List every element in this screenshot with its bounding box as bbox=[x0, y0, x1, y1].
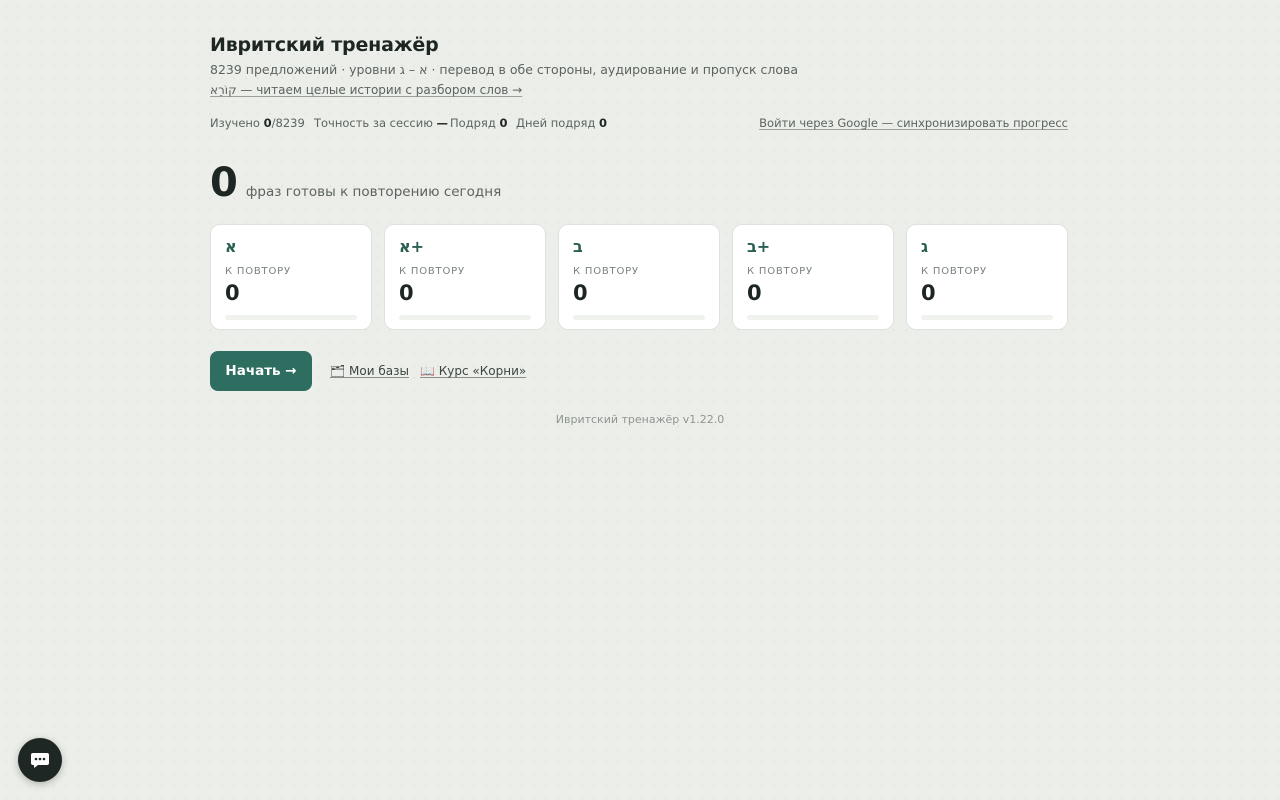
level-card-title: א bbox=[225, 237, 237, 256]
level-progress-bar bbox=[573, 315, 705, 320]
stat-studied-value: 0 bbox=[263, 116, 272, 130]
my-bases-link[interactable]: 🗂 Мои базы bbox=[330, 364, 409, 378]
level-card-title: ב+ bbox=[747, 237, 771, 256]
level-card-count: 0 bbox=[921, 281, 936, 305]
stat-accuracy: Точность за сессию — bbox=[314, 116, 448, 130]
chat-bubble-icon bbox=[31, 753, 49, 768]
level-progress-bar bbox=[921, 315, 1053, 320]
level-card[interactable]: א+ К ПОВТОРУ 0 bbox=[384, 224, 546, 330]
footer-version: Ивритский тренажёр v1.22.0 bbox=[555, 413, 725, 426]
page-subtitle: 8239 предложений · уровни א – ג · перево… bbox=[210, 62, 799, 77]
level-card-count: 0 bbox=[225, 281, 240, 305]
page-title: Ивритский тренажёр bbox=[210, 34, 439, 56]
stat-accuracy-value: — bbox=[436, 116, 449, 130]
level-card-count: 0 bbox=[399, 281, 414, 305]
start-button[interactable]: Начать → bbox=[210, 351, 312, 391]
level-card[interactable]: ב К ПОВТОРУ 0 bbox=[558, 224, 720, 330]
level-progress-bar bbox=[747, 315, 879, 320]
actions-row: Начать → 🗂 Мои базы 📖 Курс «Корни» bbox=[210, 351, 1070, 391]
stat-streak-label: Подряд bbox=[450, 116, 496, 130]
stat-streak: Подряд 0 bbox=[450, 116, 507, 130]
stat-streak-value: 0 bbox=[499, 116, 508, 130]
due-count: 0 bbox=[210, 160, 238, 206]
level-card-title: ב bbox=[573, 237, 583, 256]
due-label: фраз готовы к повторению сегодня bbox=[245, 184, 502, 200]
level-cards: א К ПОВТОРУ 0 א+ К ПОВТОРУ 0 ב К ПОВТОРУ… bbox=[210, 224, 1070, 332]
level-card-count: 0 bbox=[573, 281, 588, 305]
level-card[interactable]: ב+ К ПОВТОРУ 0 bbox=[732, 224, 894, 330]
level-card-title: ג bbox=[921, 237, 929, 256]
kora-stories-link[interactable]: קוֹרֵא — читаем целые истории с разбором… bbox=[210, 83, 522, 97]
roots-course-link[interactable]: 📖 Курс «Корни» bbox=[420, 364, 526, 378]
stat-studied-label: Изучено bbox=[210, 116, 260, 130]
stat-days-value: 0 bbox=[599, 116, 608, 130]
stat-accuracy-label: Точность за сессию bbox=[314, 116, 433, 130]
google-login-link[interactable]: Войти через Google — синхронизировать пр… bbox=[759, 116, 1068, 130]
stat-studied-total: /8239 bbox=[271, 116, 305, 130]
chat-button[interactable] bbox=[18, 738, 62, 782]
level-card-label: К ПОВТОРУ bbox=[921, 266, 987, 277]
level-card[interactable]: ג К ПОВТОРУ 0 bbox=[906, 224, 1068, 330]
level-card-count: 0 bbox=[747, 281, 762, 305]
level-card-label: К ПОВТОРУ bbox=[573, 266, 639, 277]
level-card-label: К ПОВТОРУ bbox=[225, 266, 291, 277]
level-progress-bar bbox=[225, 315, 357, 320]
level-card-title: א+ bbox=[399, 237, 425, 256]
level-card-label: К ПОВТОРУ bbox=[747, 266, 813, 277]
level-card[interactable]: א К ПОВТОРУ 0 bbox=[210, 224, 372, 330]
level-progress-bar bbox=[399, 315, 531, 320]
due-summary: 0 фраз готовы к повторению сегодня bbox=[210, 160, 501, 206]
stat-days-label: Дней подряд bbox=[516, 116, 596, 130]
level-card-label: К ПОВТОРУ bbox=[399, 266, 465, 277]
stat-studied: Изучено 0/8239 bbox=[210, 116, 305, 130]
stat-days: Дней подряд 0 bbox=[516, 116, 607, 130]
